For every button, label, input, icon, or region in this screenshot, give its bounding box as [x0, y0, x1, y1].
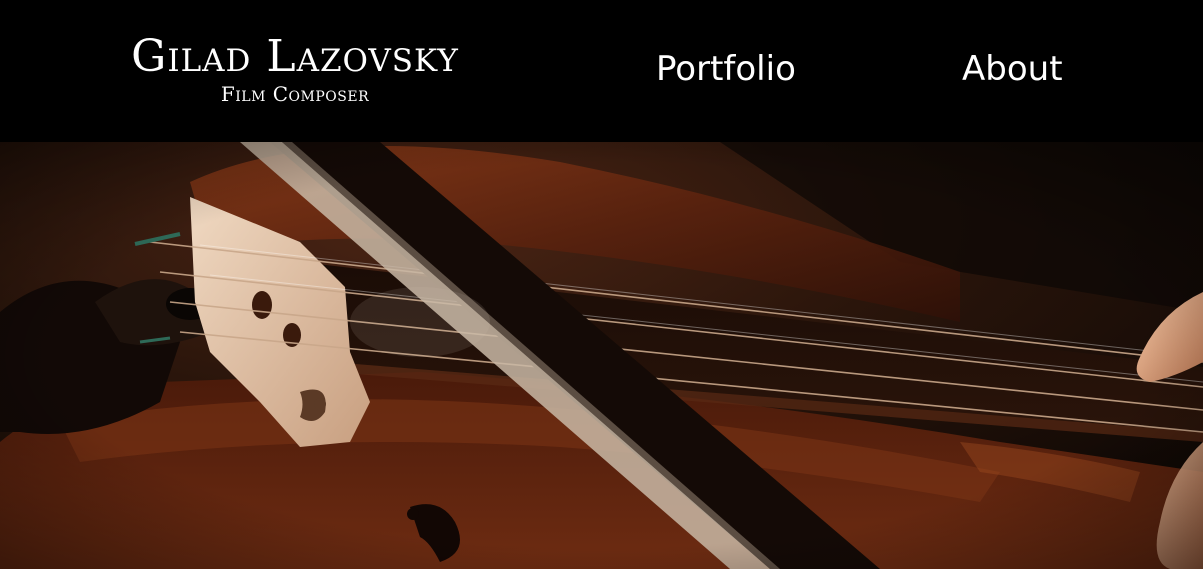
nav-link-about[interactable]: About: [962, 46, 1063, 92]
page: Gilad Lazovsky Film Composer Portfolio A…: [0, 0, 1203, 569]
hero-image: [0, 142, 1203, 569]
brand-name[interactable]: Gilad Lazovsky: [0, 30, 590, 84]
brand-tagline: Film Composer: [220, 82, 370, 106]
nav-link-portfolio[interactable]: Portfolio: [656, 46, 796, 92]
site-header: Gilad Lazovsky Film Composer Portfolio A…: [0, 0, 1203, 142]
violin-photo: [0, 142, 1203, 569]
site-brand[interactable]: Gilad Lazovsky Film Composer: [0, 30, 590, 106]
